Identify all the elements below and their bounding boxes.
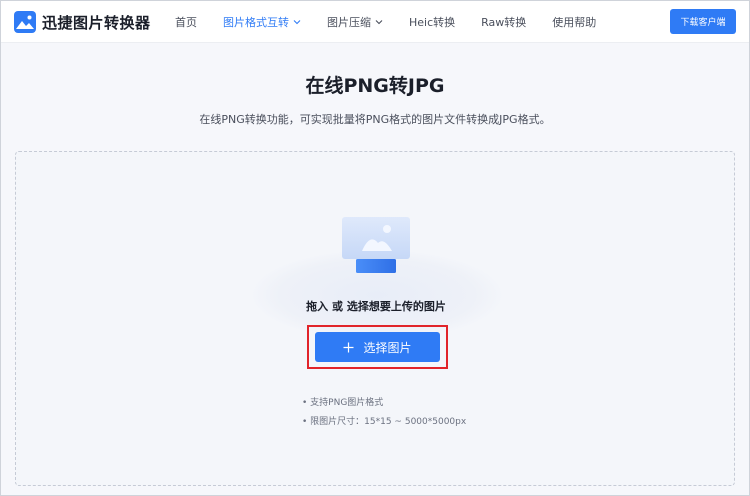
top-header: 迅捷图片转换器 首页 图片格式互转 图片压缩 Heic转换 Raw转换 使用帮助…	[1, 1, 749, 43]
main-nav: 首页 图片格式互转 图片压缩 Heic转换 Raw转换 使用帮助	[175, 1, 622, 43]
nav-item-compress[interactable]: 图片压缩	[327, 1, 383, 43]
nav-item-heic[interactable]: Heic转换	[409, 1, 455, 43]
nav-item-help[interactable]: 使用帮助	[552, 1, 596, 43]
select-image-button[interactable]: 选择图片	[315, 332, 440, 362]
monitor-image-icon	[342, 217, 410, 273]
chevron-down-icon	[293, 20, 301, 25]
size-note: • 限图片尺寸：15*15 ~ 5000*5000px	[302, 417, 467, 427]
nav-item-label: 图片格式互转	[223, 16, 289, 29]
page-description: 在线PNG转换功能，可实现批量将PNG格式的图片文件转换成JPG格式。	[199, 113, 551, 126]
format-note: • 支持PNG图片格式	[302, 398, 384, 408]
nav-item-label: 使用帮助	[552, 16, 597, 29]
upload-dropzone[interactable]: 拖入 或 选择想要上传的图片 选择图片 • 支持PNG图片格式 • 限图片尺寸：…	[15, 151, 735, 486]
image-icon	[14, 11, 36, 33]
nav-item-label: 图片压缩	[327, 16, 371, 29]
logo[interactable]: 迅捷图片转换器	[14, 10, 151, 34]
dropzone-hint: 拖入 或 选择想要上传的图片	[306, 300, 446, 313]
nav-item-home[interactable]: 首页	[175, 1, 197, 43]
logo-text: 迅捷图片转换器	[42, 13, 151, 32]
download-client-button[interactable]: 下载客户端	[670, 9, 736, 34]
plus-icon	[343, 342, 354, 352]
page-title: 在线PNG转JPG	[305, 75, 445, 97]
select-button-highlight: 选择图片	[307, 325, 448, 369]
chevron-down-icon	[375, 20, 383, 25]
nav-item-label: 首页	[175, 16, 197, 29]
nav-item-label: Heic转换	[409, 16, 456, 29]
nav-item-label: Raw转换	[481, 16, 527, 29]
nav-item-format-convert[interactable]: 图片格式互转	[223, 1, 301, 43]
select-image-label: 选择图片	[363, 340, 412, 355]
nav-item-raw[interactable]: Raw转换	[481, 1, 526, 43]
